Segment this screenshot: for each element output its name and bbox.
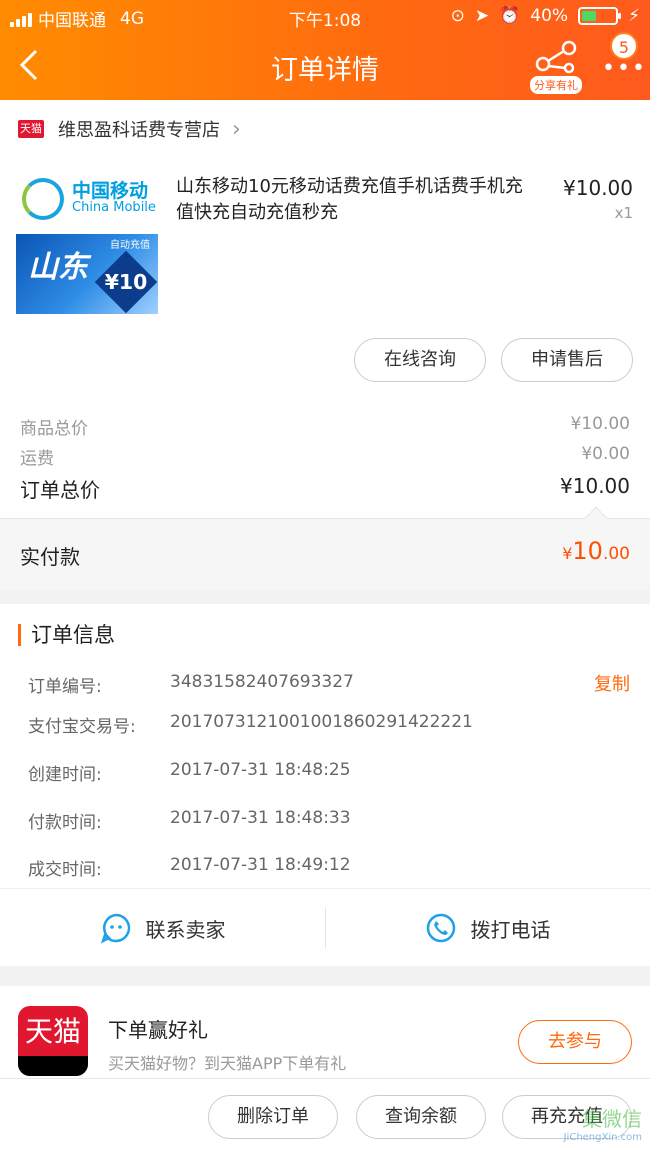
online-consult-button[interactable]: 在线咨询 [354, 338, 486, 382]
order-total-row: 订单总价 ¥10.00 [20, 474, 630, 503]
contact-seller-button[interactable]: 联系卖家 [0, 889, 325, 967]
goods-total-row: 商品总价 ¥10.00 [20, 414, 630, 439]
share-label: 分享有礼 [530, 76, 582, 94]
contact-bar: 联系卖家 拨打电话 [0, 888, 650, 966]
paid-time-value: 2017-07-31 18:48:33 [170, 808, 351, 828]
promo-subtitle: 买天猫好物？到天猫APP下单有礼 [108, 1054, 347, 1073]
status-bar: 中国联通 4G 下午1:08 ⊙ ➤ ⏰ 40% ⚡ [0, 0, 650, 34]
shipping-label: 运费 [20, 449, 54, 469]
paid-decimal: .00 [602, 544, 630, 564]
paid-amount-row: 实付款 ¥10.00 [0, 506, 650, 590]
deal-time-value: 2017-07-31 18:49:12 [170, 855, 351, 875]
bottom-action-bar: 删除订单 查询余额 再充充值 集微信 JiChengXin.com [0, 1078, 650, 1155]
product-image[interactable]: 中国移动 China Mobile 山东 自动充值 ¥10 [16, 172, 158, 314]
price-summary: 商品总价 ¥10.00 运费 ¥0.00 订单总价 ¥10.00 [0, 394, 650, 518]
location-icon: ➤ [474, 6, 490, 26]
after-sale-button[interactable]: 申请售后 [501, 338, 633, 382]
shipping-row: 运费 ¥0.00 [20, 444, 630, 469]
promo-title: 下单赢好礼 [108, 1018, 208, 1042]
tmall-logo-text: 天猫 [24, 1015, 81, 1048]
order-total-label: 订单总价 [20, 478, 100, 502]
promo-banner: 天猫 下单赢好礼 买天猫好物？到天猫APP下单有礼 去参与 [0, 986, 650, 1078]
paid-currency: ¥ [562, 544, 573, 563]
charging-icon: ⚡ [628, 6, 640, 26]
china-mobile-mark-icon [22, 178, 64, 220]
alipay-trade-value: 2017073121001001860291422221 [170, 712, 473, 732]
order-info-section: 订单信息 订单编号: 34831582407693327 复制 支付宝交易号: … [0, 604, 650, 888]
watermark: 集微信 JiChengXin.com [532, 1103, 642, 1143]
card-value-diamond: ¥10 [94, 250, 158, 314]
status-right: ⊙ ➤ ⏰ 40% ⚡ [451, 6, 640, 26]
paid-integer: 10 [572, 537, 603, 565]
battery-icon [578, 7, 622, 25]
message-badge: 5 [610, 32, 638, 60]
deal-time-label: 成交时间: [28, 860, 102, 880]
paid-value: ¥10.00 [562, 537, 630, 565]
card-province: 山东 [28, 250, 88, 285]
card-auto-label: 自动充值 [110, 240, 150, 251]
product-card: 中国移动 China Mobile 山东 自动充值 ¥10 山东移动10元移动话… [0, 158, 650, 394]
china-mobile-logo: 中国移动 China Mobile [16, 172, 158, 234]
rotation-lock-icon: ⊙ [450, 6, 465, 26]
created-time-label: 创建时间: [28, 765, 102, 785]
chevron-right-icon: › [232, 116, 241, 142]
alarm-icon: ⏰ [499, 6, 521, 26]
share-icon [535, 40, 577, 74]
delete-order-button[interactable]: 删除订单 [208, 1095, 338, 1139]
order-total-value: ¥10.00 [560, 474, 630, 498]
goods-total-value: ¥10.00 [570, 414, 630, 434]
product-title[interactable]: 山东移动10元移动话费充值手机话费手机充值快充自动充值秒充 [176, 174, 536, 226]
alipay-trade-label: 支付宝交易号: [28, 717, 136, 737]
paid-time-label: 付款时间: [28, 813, 102, 833]
query-balance-button[interactable]: 查询余额 [356, 1095, 486, 1139]
header: 中国联通 4G 下午1:08 ⊙ ➤ ⏰ 40% ⚡ 订单详情 分享有礼 •••… [0, 0, 650, 100]
call-phone-button[interactable]: 拨打电话 [325, 889, 650, 967]
join-button[interactable]: 去参与 [518, 1020, 632, 1064]
logo-brand-cn: 中国移动 [72, 180, 149, 202]
tmall-tag: 天猫 [18, 120, 44, 138]
order-info-heading: 订单信息 [18, 624, 115, 646]
phone-icon [426, 913, 455, 943]
watermark-main: 集微信 [582, 1107, 642, 1131]
product-quantity: x1 [614, 204, 633, 222]
shipping-value: ¥0.00 [581, 444, 630, 464]
paid-label: 实付款 [20, 545, 80, 569]
product-price: ¥10.00 [563, 176, 633, 200]
card-value: ¥10 [104, 270, 148, 294]
watermark-sub: JiChengXin.com [563, 1132, 642, 1143]
logo-brand-en: China Mobile [72, 200, 156, 215]
chat-icon [100, 913, 130, 944]
call-phone-label: 拨打电话 [470, 917, 551, 942]
contact-seller-label: 联系卖家 [145, 917, 226, 942]
order-number-label: 订单编号: [28, 677, 102, 697]
order-number-value: 34831582407693327 [170, 672, 354, 692]
goods-total-label: 商品总价 [20, 419, 88, 439]
tmall-cat-face [18, 1056, 88, 1076]
store-row[interactable]: 天猫 维思盈科话费专营店 › [0, 100, 650, 158]
battery-percent: 40% [530, 6, 569, 26]
copy-order-number-button[interactable]: 复制 [594, 670, 630, 696]
store-name: 维思盈科话费专营店 [58, 120, 220, 141]
navbar: 订单详情 分享有礼 ••• [0, 34, 650, 100]
recharge-card-graphic: 山东 自动充值 ¥10 [16, 234, 158, 314]
share-button[interactable]: 分享有礼 [530, 40, 582, 94]
tmall-logo: 天猫 [18, 1006, 88, 1076]
created-time-value: 2017-07-31 18:48:25 [170, 760, 351, 780]
